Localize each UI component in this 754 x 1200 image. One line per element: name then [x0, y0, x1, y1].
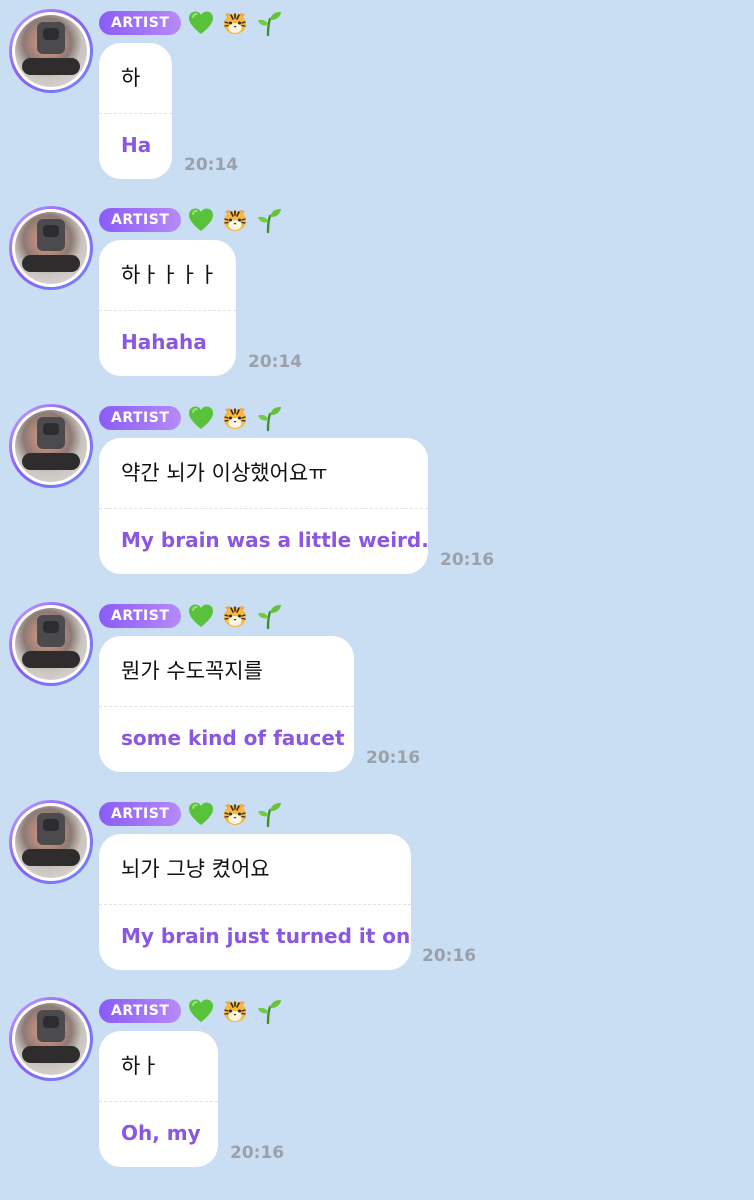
- chat-thread: ARTIST 하 Ha 20:14 ARTIST 하ㅏㅏㅏㅏ Hahaha 20…: [0, 0, 754, 1200]
- green-heart-icon: [187, 404, 215, 432]
- sender-meta: ARTIST: [99, 206, 283, 234]
- timestamp: 20:16: [422, 946, 477, 966]
- original-text: 뭔가 수도꼭지를: [121, 659, 263, 683]
- timestamp: 20:16: [230, 1143, 285, 1163]
- translation-divider: [99, 113, 172, 114]
- translation-text: some kind of faucet: [121, 726, 345, 750]
- artist-badge: ARTIST: [99, 802, 182, 826]
- seedling-icon: [255, 9, 283, 37]
- chat-message: ARTIST 하ㅏ Oh, my 20:16: [0, 988, 754, 1178]
- message-bubble[interactable]: 하 Ha: [99, 43, 172, 179]
- message-bubble[interactable]: 하ㅏㅏㅏㅏ Hahaha: [99, 240, 236, 376]
- sender-meta: ARTIST: [99, 997, 283, 1025]
- green-heart-icon: [187, 997, 215, 1025]
- translation-divider: [99, 508, 428, 509]
- artist-avatar[interactable]: [9, 404, 93, 488]
- artist-badge: ARTIST: [99, 406, 182, 430]
- timestamp: 20:16: [440, 550, 495, 570]
- tiger-face-icon: [221, 800, 249, 828]
- chat-message: ARTIST 약간 뇌가 이상했어요ㅠ My brain was a littl…: [0, 395, 754, 585]
- green-heart-icon: [187, 9, 215, 37]
- seedling-icon: [255, 602, 283, 630]
- tiger-face-icon: [221, 997, 249, 1025]
- translation-text: Oh, my: [121, 1121, 201, 1145]
- original-text: 하: [121, 66, 141, 90]
- seedling-icon: [255, 997, 283, 1025]
- seedling-icon: [255, 800, 283, 828]
- green-heart-icon: [187, 800, 215, 828]
- seedling-icon: [255, 404, 283, 432]
- sender-meta: ARTIST: [99, 602, 283, 630]
- translation-divider: [99, 706, 354, 707]
- original-text: 뇌가 그냥 켰어요: [121, 857, 270, 881]
- sender-meta: ARTIST: [99, 9, 283, 37]
- artist-avatar[interactable]: [9, 206, 93, 290]
- chat-message: ARTIST 뭔가 수도꼭지를 some kind of faucet 20:1…: [0, 593, 754, 783]
- green-heart-icon: [187, 206, 215, 234]
- timestamp: 20:16: [366, 748, 421, 768]
- translation-divider: [99, 310, 236, 311]
- artist-badge: ARTIST: [99, 604, 182, 628]
- original-text: 약간 뇌가 이상했어요ㅠ: [121, 461, 328, 485]
- tiger-face-icon: [221, 404, 249, 432]
- tiger-face-icon: [221, 602, 249, 630]
- translation-divider: [99, 1101, 218, 1102]
- translation-text: My brain was a little weird.: [121, 528, 429, 552]
- artist-avatar[interactable]: [9, 602, 93, 686]
- translation-text: My brain just turned it on: [121, 924, 411, 948]
- translation-text: Ha: [121, 133, 152, 157]
- tiger-face-icon: [221, 206, 249, 234]
- translation-text: Hahaha: [121, 330, 207, 354]
- translation-divider: [99, 904, 411, 905]
- chat-message: ARTIST 뇌가 그냥 켰어요 My brain just turned it…: [0, 791, 754, 981]
- artist-badge: ARTIST: [99, 208, 182, 232]
- message-bubble[interactable]: 약간 뇌가 이상했어요ㅠ My brain was a little weird…: [99, 438, 429, 574]
- timestamp: 20:14: [184, 155, 239, 175]
- message-bubble[interactable]: 뇌가 그냥 켰어요 My brain just turned it on: [99, 834, 411, 970]
- chat-message: ARTIST 하 Ha 20:14: [0, 0, 754, 190]
- seedling-icon: [255, 206, 283, 234]
- message-bubble[interactable]: 하ㅏ Oh, my: [99, 1031, 218, 1167]
- artist-avatar[interactable]: [9, 997, 93, 1081]
- artist-badge: ARTIST: [99, 11, 182, 35]
- tiger-face-icon: [221, 9, 249, 37]
- timestamp: 20:14: [248, 352, 303, 372]
- original-text: 하ㅏ: [121, 1054, 160, 1078]
- message-bubble[interactable]: 뭔가 수도꼭지를 some kind of faucet: [99, 636, 354, 772]
- green-heart-icon: [187, 602, 215, 630]
- artist-avatar[interactable]: [9, 9, 93, 93]
- artist-badge: ARTIST: [99, 999, 182, 1023]
- sender-meta: ARTIST: [99, 800, 283, 828]
- sender-meta: ARTIST: [99, 404, 283, 432]
- artist-avatar[interactable]: [9, 800, 93, 884]
- chat-message: ARTIST 하ㅏㅏㅏㅏ Hahaha 20:14: [0, 197, 754, 387]
- original-text: 하ㅏㅏㅏㅏ: [121, 263, 218, 287]
